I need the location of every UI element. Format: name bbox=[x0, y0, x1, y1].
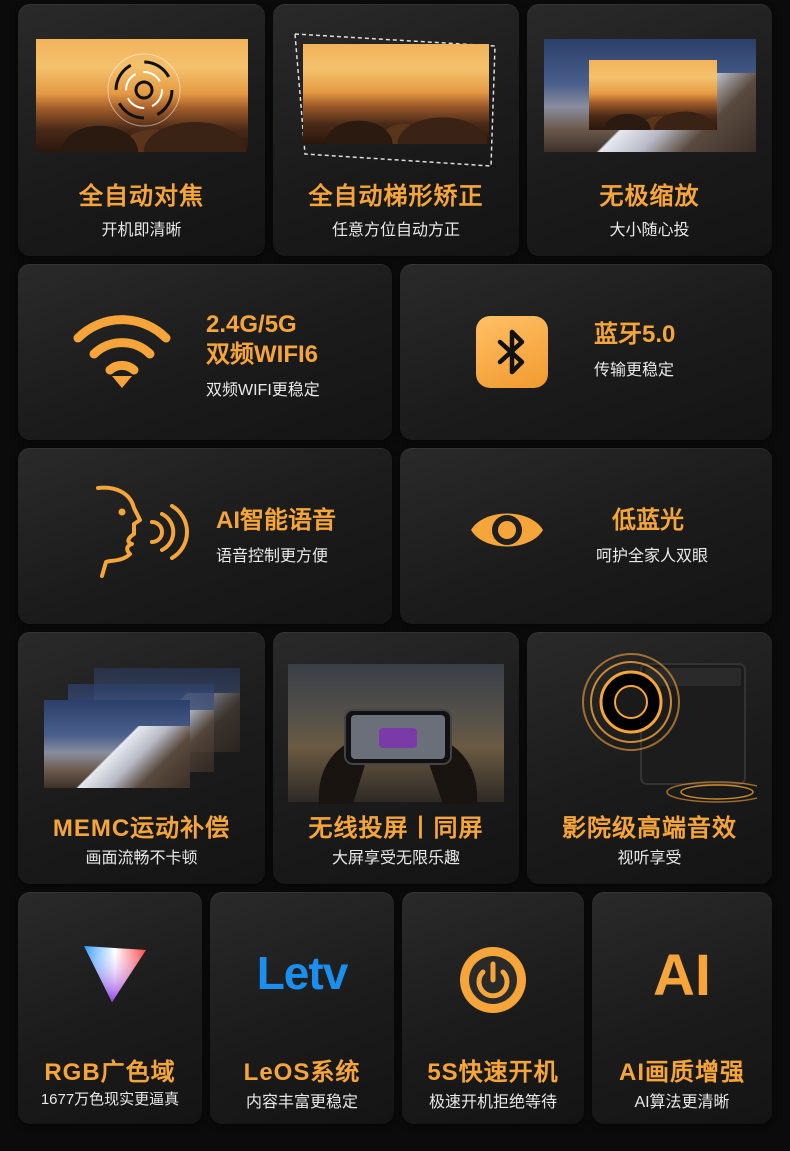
feature-title: LeOS系统 bbox=[243, 1059, 361, 1086]
feature-title: AI智能语音 bbox=[216, 507, 336, 534]
feature-subtitle: 传输更稳定 bbox=[594, 362, 675, 379]
feature-subtitle: 语音控制更方便 bbox=[216, 548, 329, 565]
feature-card-fast-boot: 5S快速开机 极速开机拒绝等待 bbox=[402, 892, 584, 1124]
feature-subtitle: 任意方位自动方正 bbox=[331, 222, 460, 239]
letv-logo-icon: Letv bbox=[256, 947, 349, 999]
feature-title: 全自动梯形矫正 bbox=[308, 183, 484, 210]
feature-card-bluetooth: 蓝牙5.0 传输更稳定 bbox=[400, 264, 772, 440]
feature-subtitle: 开机即清晰 bbox=[101, 222, 182, 239]
feature-title: 无极缩放 bbox=[599, 183, 700, 210]
power-icon bbox=[460, 947, 526, 1013]
ai-icon: AI bbox=[653, 943, 711, 1008]
feature-subtitle: 双频WIFI更稳定 bbox=[206, 382, 320, 399]
feature-subtitle: 极速开机拒绝等待 bbox=[428, 1094, 557, 1111]
feature-card-low-blue-light: 低蓝光 呵护全家人双眼 bbox=[400, 448, 772, 624]
feature-subtitle: 呵护全家人双眼 bbox=[596, 548, 709, 565]
landscape-image bbox=[303, 44, 489, 144]
feature-title: 5S快速开机 bbox=[427, 1059, 559, 1086]
feature-card-memc: MEMC运动补偿 画面流畅不卡顿 bbox=[18, 632, 265, 884]
feature-title-line2: 双频WIFI6 bbox=[206, 341, 318, 368]
feature-card-audio: 影院级高端音效 视听享受 bbox=[527, 632, 772, 884]
feature-card-leos: Letv LeOS系统 内容丰富更稳定 bbox=[210, 892, 394, 1124]
color-gamut-icon bbox=[84, 946, 146, 1002]
focus-target-icon bbox=[107, 53, 181, 127]
feature-subtitle: AI算法更清晰 bbox=[634, 1094, 730, 1111]
feature-title: 影院级高端音效 bbox=[562, 815, 737, 842]
feature-card-keystone: 全自动梯形矫正 任意方位自动方正 bbox=[273, 4, 519, 256]
feature-card-rgb: RGB广色域 1677万色现实更逼真 bbox=[18, 892, 202, 1124]
phone-cast-icon bbox=[318, 709, 478, 804]
feature-subtitle: 视听享受 bbox=[617, 850, 682, 867]
eye-icon bbox=[471, 513, 543, 547]
feature-title: 2.4G/5G bbox=[206, 311, 297, 338]
feature-subtitle: 大小随心投 bbox=[609, 222, 690, 239]
feature-title: AI画质增强 bbox=[619, 1059, 745, 1086]
feature-title: MEMC运动补偿 bbox=[52, 815, 231, 842]
feature-card-autofocus: 全自动对焦 开机即清晰 bbox=[18, 4, 265, 256]
speaker-icon bbox=[582, 653, 757, 803]
feature-card-wifi: 2.4G/5G 双频WIFI6 双频WIFI更稳定 bbox=[18, 264, 392, 440]
feature-subtitle: 内容丰富更稳定 bbox=[245, 1094, 358, 1111]
feature-card-zoom: 无极缩放 大小随心投 bbox=[527, 4, 772, 256]
feature-title: 无线投屏丨同屏 bbox=[308, 815, 484, 842]
feature-title: 全自动对焦 bbox=[79, 183, 204, 210]
feature-title: 蓝牙5.0 bbox=[594, 321, 676, 348]
zoom-frame-icon bbox=[589, 60, 717, 130]
wifi-icon bbox=[73, 315, 171, 388]
feature-card-ai: AI AI画质增强 AI算法更清晰 bbox=[592, 892, 772, 1124]
bluetooth-icon bbox=[476, 316, 548, 388]
feature-card-voice: AI智能语音 语音控制更方便 bbox=[18, 448, 392, 624]
feature-card-screencast: 无线投屏丨同屏 大屏享受无限乐趣 bbox=[273, 632, 519, 884]
feature-title: RGB广色域 bbox=[44, 1059, 176, 1086]
feature-subtitle: 1677万色现实更逼真 bbox=[40, 1091, 180, 1108]
mountain-image bbox=[44, 700, 190, 788]
feature-title: 低蓝光 bbox=[612, 507, 684, 534]
feature-subtitle: 画面流畅不卡顿 bbox=[85, 850, 198, 867]
feature-subtitle: 大屏享受无限乐趣 bbox=[331, 850, 460, 867]
voice-face-icon bbox=[96, 485, 190, 578]
